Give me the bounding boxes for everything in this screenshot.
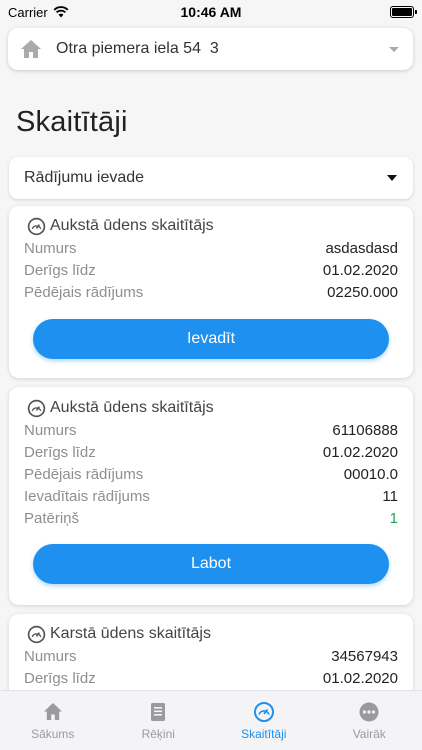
meter-row: Derīgs līdz 01.02.2020 (24, 441, 398, 463)
row-value: 01.02.2020 (322, 261, 398, 279)
carrier-label: Carrier (8, 4, 48, 20)
meter-card: Aukstā ūdens skaitītājs Numurs 61106888 D… (9, 387, 413, 605)
address-street: Otra piemera iela 54 (56, 40, 201, 57)
row-label: Pēdējais rādījums (24, 465, 144, 483)
meter-row: Patēriņš 1 (24, 508, 398, 530)
row-value: 01.02.2020 (322, 443, 398, 461)
meter-row: Pēdējais rādījums 02250.000 (24, 281, 398, 303)
row-value: 61106888 (332, 421, 398, 439)
meter-card-title: Aukstā ūdens skaitītājs (27, 215, 398, 237)
tab-home[interactable]: Sākums (0, 691, 106, 750)
battery-icon (390, 6, 417, 18)
meter-card-title: Karstā ūdens skaitītājs (27, 623, 398, 645)
tab-label: Skaitītāji (241, 727, 287, 741)
row-label: Numurs (24, 421, 77, 439)
row-label: Ievadītais rādījums (24, 488, 150, 506)
row-value: 01.02.2020 (322, 669, 398, 687)
row-value: 34567943 (331, 647, 398, 665)
meter-row: Ievadītais rādījums 11 (24, 486, 398, 508)
row-label: Derīgs līdz (24, 443, 96, 461)
home-icon (43, 703, 62, 720)
tab-more[interactable]: Vairāk (317, 691, 422, 750)
row-value: 11 (382, 488, 398, 506)
meter-row: Numurs 61106888 (24, 419, 398, 441)
row-label: Numurs (24, 239, 77, 257)
status-bar: Carrier 10:46 AM (0, 0, 422, 24)
tab-label: Sākums (31, 727, 75, 741)
tab-invoices[interactable]: Rēķini (106, 691, 212, 750)
gauge-icon (27, 399, 46, 417)
tab-meters[interactable]: Skaitītāji (211, 691, 317, 750)
chevron-down-icon (389, 46, 399, 52)
row-label: Pēdējais rādījums (24, 283, 144, 301)
meter-card: Aukstā ūdens skaitītājs Numurs asdasdasd … (9, 206, 413, 378)
wifi-icon (53, 6, 69, 18)
consumption-value: 1 (389, 510, 398, 528)
row-label: Patēriņš (24, 510, 80, 528)
meter-row: Numurs asdasdasd (24, 237, 398, 259)
row-label: Numurs (24, 647, 77, 665)
address-text: Otra piemera iela 54 3 (56, 40, 389, 58)
meter-row: Derīgs līdz 01.02.2020 (24, 667, 398, 689)
document-icon (151, 703, 166, 721)
row-value: 02250.000 (327, 283, 398, 301)
meter-card-title: Aukstā ūdens skaitītājs (27, 397, 398, 419)
enter-reading-button[interactable]: Ievadīt (33, 319, 389, 359)
row-value: 00010.0 (343, 465, 398, 483)
address-selector[interactable]: Otra piemera iela 54 3 (8, 28, 413, 70)
tab-label: Rēķini (141, 727, 175, 741)
more-icon (359, 702, 379, 722)
gauge-icon (27, 217, 46, 235)
caret-down-icon (387, 175, 397, 181)
row-label: Derīgs līdz (24, 669, 96, 687)
mode-dropdown-value: Rādījumu ievade (24, 169, 145, 186)
row-label: Derīgs līdz (24, 261, 96, 279)
edit-reading-button[interactable]: Labot (33, 544, 389, 584)
meter-row: Numurs 34567943 (24, 645, 398, 667)
address-apartment: 3 (209, 40, 219, 57)
meter-title: Aukstā ūdens skaitītājs (50, 217, 214, 234)
gauge-icon (253, 702, 274, 722)
gauge-icon (27, 625, 46, 643)
meter-row: Pēdējais rādījums 00010.0 (24, 463, 398, 485)
meter-row: Derīgs līdz 01.02.2020 (24, 259, 398, 281)
meter-title: Karstā ūdens skaitītājs (50, 625, 211, 642)
tab-bar: Sākums Rēķini Skaitītāji Vairāk (0, 690, 422, 750)
page-title: Skaitītāji (16, 106, 128, 138)
mode-dropdown[interactable]: Rādījumu ievade (9, 157, 413, 199)
meter-title: Aukstā ūdens skaitītājs (50, 399, 214, 416)
row-value: asdasdasd (325, 239, 398, 257)
tab-label: Vairāk (352, 727, 386, 741)
home-icon (21, 40, 41, 58)
